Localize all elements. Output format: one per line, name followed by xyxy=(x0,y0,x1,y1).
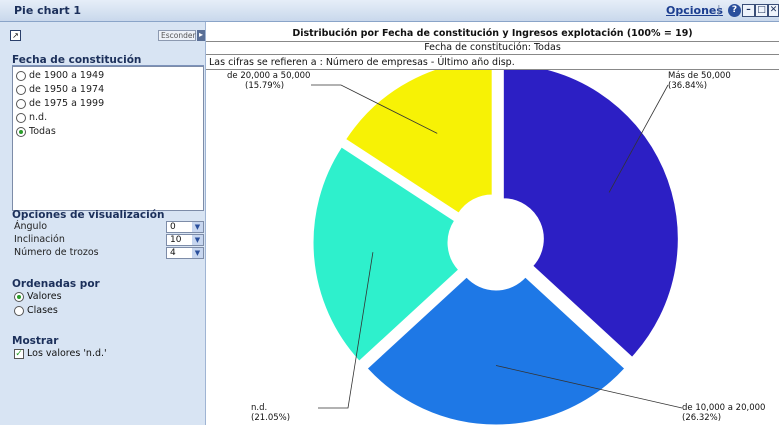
fecha-option-label: n.d. xyxy=(29,112,48,123)
fecha-listbox[interactable]: de 1900 a 1949 de 1950 a 1974 de 1975 a … xyxy=(12,66,204,211)
fecha-option-1950[interactable]: de 1950 a 1974 xyxy=(16,83,104,96)
close-icon[interactable]: ✕ xyxy=(768,4,779,17)
order-option-label: Clases xyxy=(27,305,58,316)
slice-percent-label: (15.79%) xyxy=(245,81,284,91)
opciones-link[interactable]: Opciones xyxy=(666,4,723,17)
chart-note: Las cifras se refieren a : Número de emp… xyxy=(206,56,779,70)
radio-selected-icon xyxy=(14,291,24,302)
slice-percent-label: (36.84%) xyxy=(668,81,707,91)
window-title: Pie chart 1 xyxy=(14,4,82,17)
toolbar-separator: | xyxy=(717,3,721,16)
slice-percent-label: (21.05%) xyxy=(251,413,290,423)
sidebar: ↗ Esconder ▸ Fecha de constitución de 19… xyxy=(0,22,206,425)
fecha-option-1975[interactable]: de 1975 a 1999 xyxy=(16,97,104,110)
fecha-option-label: de 1900 a 1949 xyxy=(29,70,105,81)
order-option-clases[interactable]: Clases xyxy=(14,304,58,317)
minimize-icon[interactable]: – xyxy=(742,4,755,17)
fecha-option-label: Todas xyxy=(29,126,56,137)
fecha-option-1900[interactable]: de 1900 a 1949 xyxy=(16,69,104,82)
chart-title: Distribución por Fecha de constitución y… xyxy=(292,28,693,39)
chart-subtitle: Fecha de constitución: Todas xyxy=(206,41,779,55)
order-option-label: Valores xyxy=(27,291,62,302)
slice-label: Más de 50,000 xyxy=(668,71,731,81)
trozos-select[interactable]: 4 ▼ xyxy=(166,247,204,259)
chevron-down-icon: ▼ xyxy=(192,222,203,232)
angulo-label: Ángulo xyxy=(14,221,48,232)
fecha-option-todas[interactable]: Todas xyxy=(16,125,56,138)
show-nd-label: Los valores 'n.d.' xyxy=(27,348,107,359)
help-icon[interactable]: ? xyxy=(728,4,741,17)
chevron-down-icon: ▼ xyxy=(192,248,203,258)
chevron-down-icon: ▼ xyxy=(192,235,203,245)
expand-icon[interactable]: ↗ xyxy=(10,30,21,41)
slice-label: de 10,000 a 20,000 xyxy=(682,403,765,413)
hide-button[interactable]: Esconder xyxy=(158,30,196,41)
hide-arrow-icon[interactable]: ▸ xyxy=(197,30,205,41)
fecha-option-nd[interactable]: n.d. xyxy=(16,111,47,124)
slice-percent-label: (26.32%) xyxy=(682,413,721,423)
radio-icon xyxy=(16,70,26,81)
inclinacion-select[interactable]: 10 ▼ xyxy=(166,234,204,246)
checkbox-checked-icon: ✓ xyxy=(14,348,24,359)
radio-icon xyxy=(16,98,26,109)
radio-icon xyxy=(14,305,24,316)
angulo-select[interactable]: 0 ▼ xyxy=(166,221,204,233)
show-nd-toggle[interactable]: ✓ Los valores 'n.d.' xyxy=(14,347,107,360)
order-section-title: Ordenadas por xyxy=(12,278,100,290)
maximize-icon[interactable]: □ xyxy=(755,4,768,17)
slice-label: de 20,000 a 50,000 xyxy=(227,71,310,81)
inclinacion-value: 10 xyxy=(170,235,182,245)
vis-section-title: Opciones de visualización xyxy=(12,209,165,221)
radio-selected-icon xyxy=(16,126,26,137)
order-option-valores[interactable]: Valores xyxy=(14,290,62,303)
trozos-value: 4 xyxy=(170,248,176,258)
angulo-value: 0 xyxy=(170,222,176,232)
trozos-label: Número de trozos xyxy=(14,247,99,258)
slice-label: n.d. xyxy=(251,403,267,413)
radio-icon xyxy=(16,84,26,95)
show-section-title: Mostrar xyxy=(12,335,59,347)
inclinacion-label: Inclinación xyxy=(14,234,65,245)
fecha-option-label: de 1975 a 1999 xyxy=(29,98,105,109)
window-titlebar: Pie chart 1 Opciones | ? – □ ✕ xyxy=(0,0,779,22)
pie-chart: Más de 50,000(36.84%)de 10,000 a 20,000(… xyxy=(227,70,765,425)
radio-icon xyxy=(16,112,26,123)
fecha-option-label: de 1950 a 1974 xyxy=(29,84,105,95)
